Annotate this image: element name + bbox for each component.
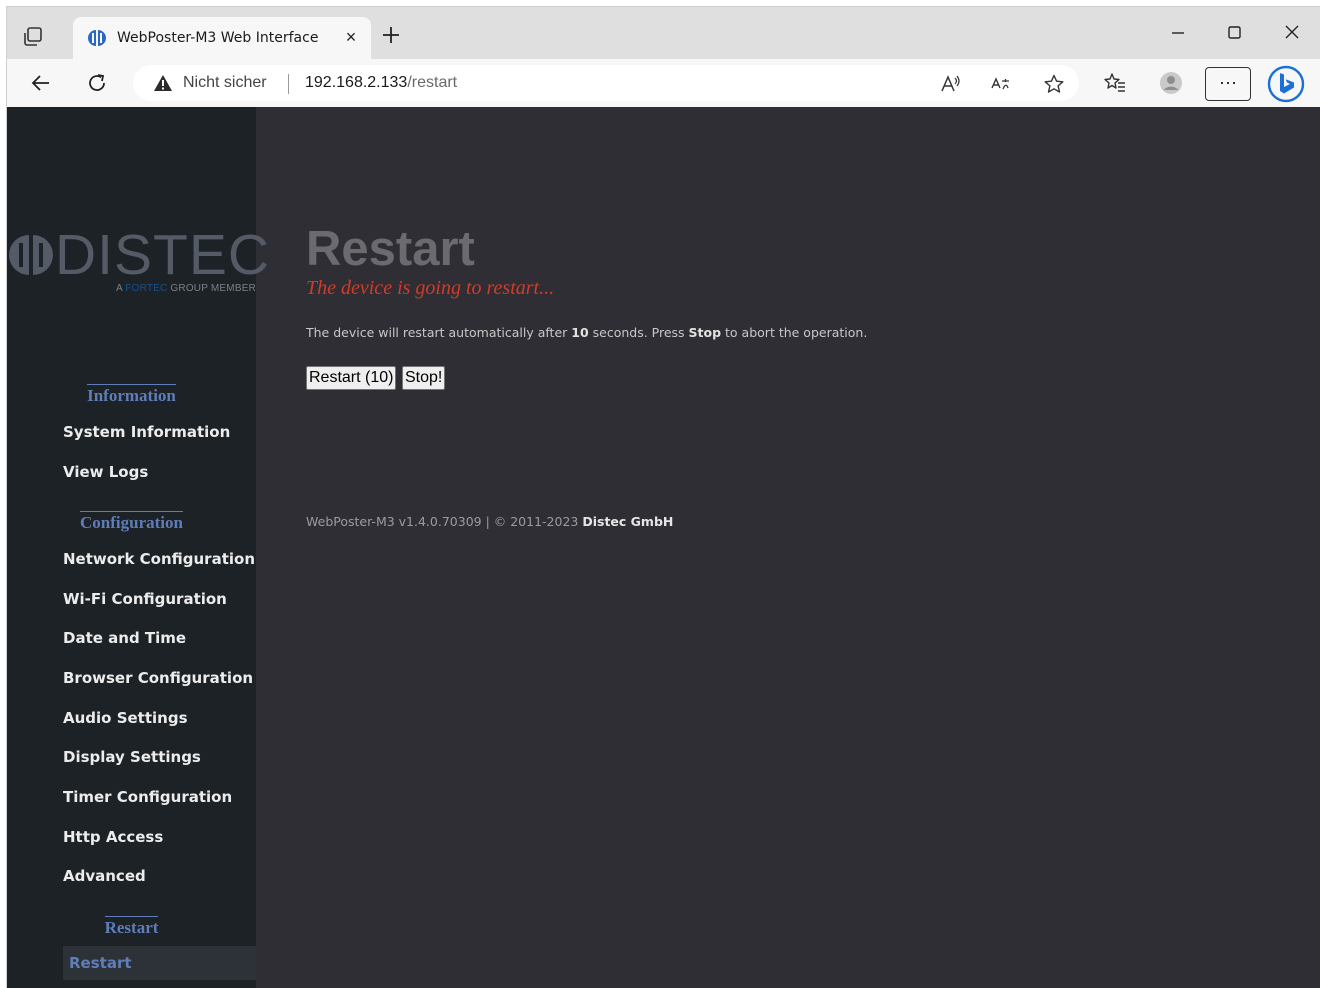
- sidebar: DISTEC A FORTEC GROUP MEMBER Information…: [7, 107, 269, 988]
- sidebar-item-wifi-configuration[interactable]: Wi-Fi Configuration: [63, 590, 256, 608]
- settings-more-button[interactable]: ···: [1205, 67, 1251, 101]
- read-aloud-icon[interactable]: [939, 73, 961, 95]
- sidebar-item-restart-label: Restart: [69, 954, 132, 972]
- favorite-star-icon[interactable]: [1043, 73, 1065, 95]
- logo-sub-prefix: A: [116, 283, 126, 294]
- sidebar-item-advanced[interactable]: Advanced: [63, 867, 256, 885]
- restart-info-text: The device will restart automatically af…: [306, 325, 868, 340]
- main-content: Restart The device is going to restart..…: [256, 107, 1320, 988]
- page-subtitle: The device is going to restart...: [306, 277, 555, 299]
- distec-logo[interactable]: DISTEC A FORTEC GROUP MEMBER: [7, 225, 269, 305]
- tab-webposter[interactable]: WebPoster-M3 Web Interface ×: [73, 17, 371, 59]
- minimize-icon[interactable]: [1163, 21, 1193, 45]
- restart-seconds: 10: [571, 325, 589, 340]
- page-footer: WebPoster-M3 v1.4.0.70309 | © 2011-2023 …: [306, 514, 673, 529]
- sidebar-item-system-information[interactable]: System Information: [63, 423, 256, 441]
- nav-section-restart: Restart: [104, 916, 159, 937]
- url-text[interactable]: 192.168.2.133/restart: [305, 74, 457, 92]
- bing-copilot-icon[interactable]: [1267, 65, 1305, 103]
- profile-avatar-icon[interactable]: [1159, 71, 1183, 95]
- url-host: 192.168.2.133: [305, 74, 408, 91]
- page-viewport: DISTEC A FORTEC GROUP MEMBER Information…: [7, 107, 1320, 988]
- sidebar-item-date-and-time[interactable]: Date and Time: [63, 629, 256, 647]
- close-window-icon[interactable]: [1277, 21, 1307, 45]
- logo-wordmark: DISTEC: [55, 223, 271, 287]
- sidebar-item-browser-configuration[interactable]: Browser Configuration: [63, 669, 256, 687]
- logo-sub-suffix: GROUP MEMBER: [167, 283, 256, 294]
- nav-section-configuration: Configuration: [80, 511, 183, 532]
- browser-window: WebPoster-M3 Web Interface × Nicht siche…: [6, 6, 1320, 988]
- security-label[interactable]: Nicht sicher: [183, 74, 267, 92]
- stop-keyword: Stop: [688, 325, 722, 340]
- url-path: /restart: [407, 74, 458, 91]
- sidebar-item-timer-configuration[interactable]: Timer Configuration: [63, 788, 256, 806]
- browser-toolbar: Nicht sicher 192.168.2.133/restart ···: [7, 59, 1320, 107]
- tab-title: WebPoster-M3 Web Interface: [117, 30, 319, 46]
- distec-favicon-icon: [87, 29, 107, 47]
- maximize-icon[interactable]: [1219, 21, 1249, 45]
- footer-version: WebPoster-M3 v1.4.0.70309 | © 2011-2023: [306, 514, 583, 529]
- logo-tagline: A FORTEC GROUP MEMBER: [116, 283, 256, 294]
- footer-brand: Distec GmbH: [582, 514, 674, 529]
- tab-close-icon[interactable]: ×: [341, 27, 361, 47]
- new-tab-icon[interactable]: [379, 23, 403, 47]
- sidebar-item-audio-settings[interactable]: Audio Settings: [63, 709, 256, 727]
- stop-button[interactable]: Stop!: [402, 366, 446, 390]
- translate-icon[interactable]: [989, 73, 1011, 95]
- favorites-icon[interactable]: [1103, 71, 1127, 95]
- distec-logo-icon: [9, 235, 53, 275]
- address-bar[interactable]: Nicht sicher 192.168.2.133/restart: [133, 65, 1079, 101]
- logo-sub-brand: FORTEC: [125, 283, 168, 294]
- sidebar-item-network-configuration[interactable]: Network Configuration: [63, 550, 256, 568]
- sidebar-item-restart[interactable]: Restart: [63, 946, 256, 980]
- address-separator: [288, 74, 289, 94]
- restart-button[interactable]: Restart (10): [306, 366, 397, 390]
- tab-actions-icon[interactable]: [21, 25, 45, 49]
- back-icon[interactable]: [29, 71, 53, 95]
- reload-icon[interactable]: [85, 71, 109, 95]
- page-title: Restart: [306, 222, 475, 276]
- sidebar-item-display-settings[interactable]: Display Settings: [63, 748, 256, 766]
- warning-icon[interactable]: [153, 74, 173, 92]
- nav-section-information: Information: [87, 384, 176, 405]
- sidebar-item-http-access[interactable]: Http Access: [63, 828, 256, 846]
- sidebar-item-view-logs[interactable]: View Logs: [63, 463, 256, 481]
- tab-bar: WebPoster-M3 Web Interface ×: [7, 7, 1320, 59]
